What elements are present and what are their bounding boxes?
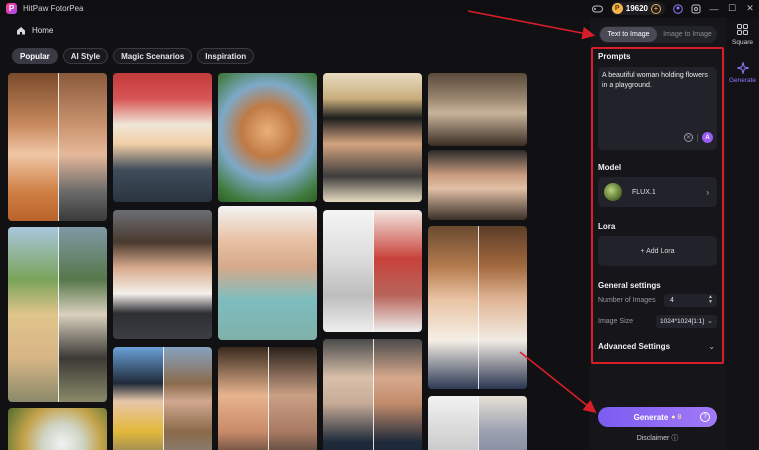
gallery-image-woman-portrait[interactable]	[428, 226, 527, 389]
home-icon[interactable]	[16, 25, 26, 35]
image-size-select[interactable]: 1024*1024[1:1] ⌄	[656, 315, 717, 328]
gallery-image-couple-cartoon[interactable]	[218, 347, 317, 450]
rail-item-square[interactable]: Square	[726, 24, 759, 46]
clear-icon[interactable]: ✕	[684, 133, 693, 142]
app-logo-icon: P	[6, 3, 17, 14]
generate-cost-value: 8	[677, 413, 682, 421]
gallery-image-cartoon-girl[interactable]	[8, 73, 107, 221]
info-icon: ⓘ	[671, 435, 679, 442]
home-link[interactable]: Home	[32, 26, 53, 35]
gamepad-icon[interactable]	[589, 0, 607, 17]
gallery-image-business-woman[interactable]	[113, 210, 212, 339]
model-name: FLUX.1	[632, 188, 656, 196]
image-size-value: 1024*1024[1:1]	[660, 318, 705, 325]
lora-title: Lora	[598, 222, 616, 231]
chevron-down-icon: ⌄	[707, 318, 713, 325]
advanced-settings-label: Advanced Settings	[598, 342, 671, 351]
gallery-image-cartoon-man[interactable]	[113, 73, 212, 202]
tab-text-to-image[interactable]: Text to Image	[600, 27, 657, 42]
gallery-image-old-photo[interactable]	[428, 73, 527, 146]
titlebar-controls: P 19620 + — ☐ ✕	[589, 0, 759, 17]
category-filters: Popular AI Style Magic Scenarios Inspira…	[12, 48, 255, 64]
generate-button[interactable]: Generate ● 8 ?	[598, 407, 717, 427]
add-coins-icon[interactable]: +	[651, 3, 661, 14]
image-size-label: Image Size	[598, 318, 634, 325]
chevron-down-icon: ⌄	[708, 342, 715, 351]
model-title: Model	[598, 163, 622, 172]
general-settings-title: General settings	[598, 281, 661, 290]
filter-chip-popular[interactable]: Popular	[12, 48, 58, 64]
sync-icon[interactable]	[687, 0, 705, 17]
advanced-settings-toggle[interactable]: Advanced Settings ⌄	[598, 342, 717, 351]
gallery-image-bald-man[interactable]	[218, 206, 317, 340]
coin-balance[interactable]: P 19620 +	[610, 2, 665, 15]
prompts-title: Prompts	[598, 52, 631, 61]
filter-chip-ai-style[interactable]: AI Style	[62, 48, 109, 64]
rail-label-generate: Generate	[728, 77, 757, 84]
num-images-value: 4	[670, 297, 674, 304]
num-images-stepper[interactable]: 4 ▲ ▼	[664, 294, 717, 307]
gallery-image-anime-girl[interactable]	[113, 347, 212, 450]
breadcrumb: Home	[0, 18, 590, 42]
prompt-text[interactable]: A beautiful woman holding flowers in a p…	[602, 71, 712, 91]
side-rail: Square Generate	[726, 18, 759, 450]
gallery-image-sketch-building[interactable]	[323, 210, 422, 332]
generate-label: Generate	[633, 412, 669, 422]
gallery-image-colorized-photo[interactable]	[428, 150, 527, 220]
gallery-image-man-portrait[interactable]	[323, 339, 422, 450]
gallery-image-creature[interactable]	[8, 408, 107, 450]
gallery-image-vintage-portrait[interactable]	[323, 73, 422, 202]
maximize-icon[interactable]: ☐	[723, 0, 741, 17]
stepper-arrows-icon[interactable]: ▲ ▼	[708, 295, 713, 305]
coin-count: 19620	[625, 4, 648, 13]
chevron-right-icon: ›	[706, 187, 709, 197]
rail-item-generate[interactable]: Generate	[726, 60, 759, 84]
image-gallery	[8, 72, 530, 450]
gallery-image-fashion-sketch[interactable]	[428, 396, 527, 450]
gallery-image-toy-bunny[interactable]	[218, 73, 317, 202]
model-selector[interactable]: FLUX.1 ›	[598, 177, 717, 207]
rail-label-square: Square	[732, 39, 753, 46]
sparkle-icon	[726, 60, 759, 76]
help-icon[interactable]: ?	[700, 412, 710, 422]
coin-icon: P	[611, 3, 623, 14]
ai-enhance-icon[interactable]: A	[702, 132, 713, 143]
app-title: HitPaw FotorPea	[23, 4, 84, 13]
minimize-icon[interactable]: —	[705, 0, 723, 17]
title-bar: P HitPaw FotorPea P 19620 + — ☐ ✕	[0, 0, 759, 17]
disclaimer-link[interactable]: Disclaimer ⓘ	[598, 433, 717, 443]
generate-cost: ● 8	[671, 413, 682, 421]
add-lora-button[interactable]: + Add Lora	[598, 236, 717, 266]
arrow-to-generate	[519, 351, 597, 413]
gallery-image-anime-couple[interactable]	[8, 227, 107, 402]
user-icon[interactable]	[669, 0, 687, 17]
tab-image-to-image[interactable]: Image to Image	[659, 27, 716, 42]
disclaimer-label: Disclaimer	[636, 435, 670, 442]
prompt-input[interactable]: A beautiful woman holding flowers in a p…	[598, 67, 717, 150]
model-thumbnail	[604, 183, 622, 201]
grid-icon	[726, 24, 759, 37]
close-icon[interactable]: ✕	[741, 0, 759, 17]
mode-toggle: Text to Image Image to Image	[599, 26, 717, 43]
num-images-label: Number of Images	[598, 297, 656, 304]
filter-chip-inspiration[interactable]: Inspiration	[197, 48, 255, 64]
prompt-divider	[697, 134, 698, 142]
filter-chip-magic-scenarios[interactable]: Magic Scenarios	[113, 48, 193, 64]
